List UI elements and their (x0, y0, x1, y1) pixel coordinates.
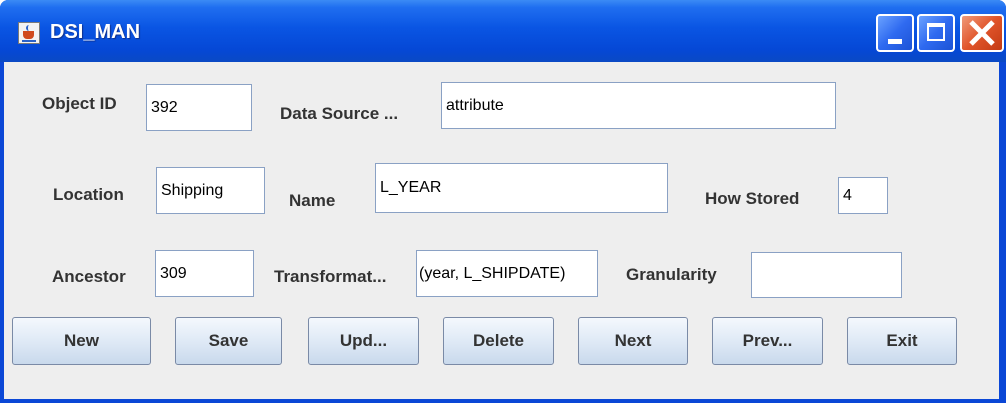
update-button[interactable]: Upd... (308, 317, 419, 365)
how-stored-input[interactable] (838, 177, 888, 214)
java-cup-icon (18, 22, 40, 44)
ancestor-input[interactable] (155, 250, 254, 297)
close-icon (969, 20, 995, 46)
transformation-label: Transformat... (274, 267, 387, 286)
location-input[interactable] (156, 167, 265, 214)
transformation-input[interactable] (416, 250, 598, 297)
next-button[interactable]: Next (578, 317, 688, 365)
data-source-label: Data Source ... (280, 104, 399, 123)
save-button[interactable]: Save (175, 317, 282, 365)
new-button[interactable]: New (12, 317, 151, 365)
name-label: Name (289, 191, 336, 210)
app-window: DSI_MAN Object ID Data Source ... Locati… (0, 0, 1006, 403)
title-bar[interactable]: DSI_MAN (0, 0, 1006, 62)
object-id-input[interactable] (146, 84, 252, 131)
minimize-button[interactable] (876, 14, 914, 52)
previous-button[interactable]: Prev... (712, 317, 823, 365)
how-stored-label: How Stored (705, 189, 800, 208)
granularity-input[interactable] (751, 252, 902, 298)
data-source-input[interactable] (441, 82, 836, 129)
name-input[interactable] (375, 163, 668, 213)
delete-button[interactable]: Delete (443, 317, 554, 365)
maximize-button[interactable] (917, 14, 955, 52)
window-title: DSI_MAN (50, 21, 141, 43)
minimize-icon (888, 39, 902, 44)
ancestor-label: Ancestor (52, 267, 126, 286)
location-label: Location (53, 185, 124, 204)
granularity-label: Granularity (626, 265, 717, 284)
exit-button[interactable]: Exit (847, 317, 957, 365)
maximize-icon (927, 23, 945, 41)
object-id-label: Object ID (42, 94, 117, 113)
close-button[interactable] (960, 14, 1004, 52)
